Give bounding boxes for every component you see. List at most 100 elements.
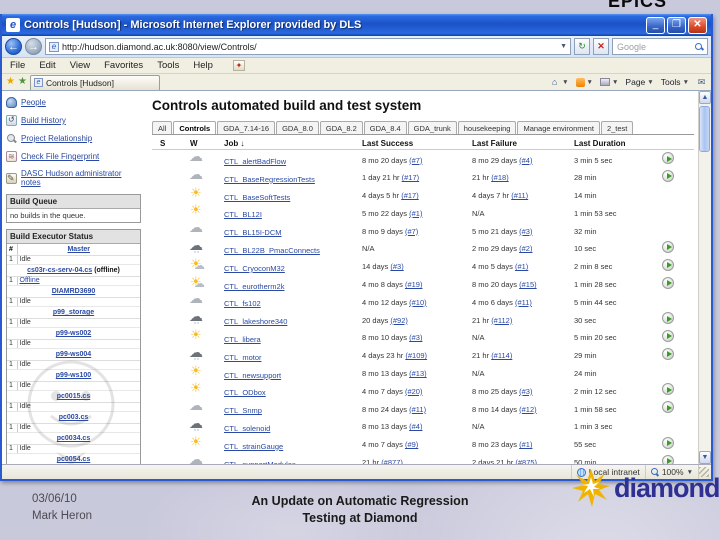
build-number-link[interactable]: (#19) <box>405 280 423 289</box>
forward-button[interactable]: → <box>25 38 42 55</box>
view-tab-gda-8-2[interactable]: GDA_8.2 <box>319 121 363 134</box>
build-number-link[interactable]: (#1) <box>515 262 528 271</box>
job-link[interactable]: CTL_BaseSoftTests <box>224 193 290 202</box>
address-dropdown-icon[interactable]: ▼ <box>560 43 567 50</box>
sidebar-link-label[interactable]: Check File Fingerprint <box>21 152 99 161</box>
executor-node-link[interactable]: cs03r-cs-serv-04.cs <box>27 267 92 274</box>
build-number-link[interactable]: (#7) <box>405 227 418 236</box>
schedule-build-icon[interactable] <box>662 312 674 325</box>
executor-node-link[interactable]: DIAMRD3690 <box>52 288 96 295</box>
build-number-link[interactable]: (#114) <box>491 351 512 360</box>
job-link[interactable]: CTL_newsupport <box>224 371 281 380</box>
col-last-success[interactable]: Last Success <box>362 139 472 148</box>
sidebar-item-check-fingerprint[interactable]: Check File Fingerprint <box>6 151 143 162</box>
job-link[interactable]: CTL_BL15I-DCM <box>224 228 282 237</box>
view-tab-controls[interactable]: Controls <box>173 121 217 134</box>
schedule-build-icon[interactable] <box>662 276 674 289</box>
address-url[interactable]: http://hudson.diamond.ac.uk:8080/view/Co… <box>62 42 257 52</box>
build-number-link[interactable]: (#112) <box>491 316 512 325</box>
sidebar-link-label[interactable]: People <box>21 98 46 107</box>
close-button[interactable]: ✕ <box>688 16 707 34</box>
build-number-link[interactable]: (#15) <box>519 280 537 289</box>
browser-tab[interactable]: e Controls [Hudson] <box>29 74 160 90</box>
menu-file[interactable]: File <box>8 60 27 71</box>
build-number-link[interactable]: (#12) <box>519 405 537 414</box>
build-number-link[interactable]: (#9) <box>405 440 418 449</box>
menu-edit[interactable]: Edit <box>37 60 57 71</box>
view-tab-gda-8-0[interactable]: GDA_8.0 <box>276 121 319 134</box>
sidebar-item-build-history[interactable]: Build History <box>6 115 143 126</box>
build-number-link[interactable]: (#11) <box>409 405 426 414</box>
job-link[interactable]: CTL_CryoconM32 <box>224 264 285 273</box>
job-link[interactable]: CTL_solenoid <box>224 424 270 433</box>
sidebar-item-admin-notes[interactable]: DASC Hudson administrator notes <box>6 169 143 187</box>
schedule-build-icon[interactable] <box>662 454 674 464</box>
job-link[interactable]: CTL_ODbox <box>224 388 266 397</box>
scroll-up-arrow[interactable]: ▲ <box>699 91 711 104</box>
view-tab-gda-7-14-16[interactable]: GDA_7.14-16 <box>217 121 276 134</box>
sidebar-item-project-relationship[interactable]: Project Relationship <box>6 133 143 144</box>
view-tab-housekeeping[interactable]: housekeeping <box>457 121 517 134</box>
stop-button[interactable]: ✕ <box>593 38 609 55</box>
build-number-link[interactable]: (#3) <box>409 333 422 342</box>
job-link[interactable]: CTL_eurotherm2k <box>224 282 284 291</box>
favorites-star-icon[interactable]: ★ <box>6 77 15 87</box>
job-link[interactable]: CTL_supportModules <box>224 460 296 464</box>
sidebar-item-people[interactable]: People <box>6 97 143 108</box>
col-last-failure[interactable]: Last Failure <box>472 139 574 148</box>
tools-menu-button[interactable]: Tools ▼ <box>661 77 689 87</box>
build-number-link[interactable]: (#11) <box>511 191 528 200</box>
refresh-button[interactable]: ↻ <box>574 38 590 55</box>
build-number-link[interactable]: (#1) <box>409 209 422 218</box>
view-tab-gda-trunk[interactable]: GDA_trunk <box>407 121 457 134</box>
build-number-link[interactable]: (#2) <box>519 244 532 253</box>
job-link[interactable]: CTL_alertBadFlow <box>224 157 286 166</box>
add-favorite-icon[interactable]: ★ <box>18 77 27 87</box>
build-number-link[interactable]: (#3) <box>390 262 403 271</box>
scrollbar-thumb[interactable] <box>699 106 710 152</box>
feeds-button[interactable]: ▼ <box>575 77 593 87</box>
view-tab-manage-environment[interactable]: Manage environment <box>517 121 600 134</box>
job-link[interactable]: CTL_BaseRegressionTests <box>224 175 315 184</box>
offline-status-link[interactable]: Offline <box>20 277 40 284</box>
page-menu-button[interactable]: Page ▼ <box>625 77 653 87</box>
schedule-build-icon[interactable] <box>662 401 674 414</box>
build-number-link[interactable]: (#7) <box>409 156 422 165</box>
executor-node-link[interactable]: p99-ws002 <box>56 330 91 337</box>
build-number-link[interactable]: (#92) <box>390 316 408 325</box>
schedule-build-icon[interactable] <box>662 329 674 342</box>
back-button[interactable]: ← <box>5 38 22 55</box>
build-number-link[interactable]: (#4) <box>409 422 422 431</box>
menu-tools[interactable]: Tools <box>155 60 181 71</box>
job-link[interactable]: CTL_BL22B_PmacConnects <box>224 246 320 255</box>
schedule-build-icon[interactable] <box>662 152 674 164</box>
sidebar-link-label[interactable]: Project Relationship <box>21 134 92 143</box>
vertical-scrollbar[interactable]: ▲ ▼ <box>698 91 711 464</box>
build-number-link[interactable]: (#11) <box>515 298 532 307</box>
menu-help[interactable]: Help <box>191 60 215 71</box>
help-icon[interactable]: ✉ <box>696 77 707 87</box>
menu-view[interactable]: View <box>68 60 92 71</box>
schedule-build-icon[interactable] <box>662 169 674 182</box>
job-link[interactable]: CTL_libera <box>224 335 261 344</box>
address-field[interactable]: e http://hudson.diamond.ac.uk:8080/view/… <box>45 38 571 55</box>
job-link[interactable]: CTL_BL12I <box>224 210 262 219</box>
col-weather[interactable]: W <box>184 139 224 148</box>
build-number-link[interactable]: (#4) <box>519 156 532 165</box>
sidebar-link-label[interactable]: Build History <box>21 116 66 125</box>
menu-favorites[interactable]: Favorites <box>102 60 145 71</box>
executor-node-link[interactable]: Master <box>67 246 90 253</box>
build-number-link[interactable]: (#3) <box>519 387 532 396</box>
schedule-build-icon[interactable] <box>662 347 674 360</box>
executor-node-link[interactable]: p99_storage <box>53 309 94 316</box>
col-job[interactable]: Job ↓ <box>224 139 362 148</box>
build-number-link[interactable]: (#1) <box>519 440 532 449</box>
build-number-link[interactable]: (#10) <box>409 298 427 307</box>
view-tab-gda-8-4[interactable]: GDA_8.4 <box>363 121 407 134</box>
schedule-build-icon[interactable] <box>662 258 674 271</box>
build-number-link[interactable]: (#875) <box>515 458 537 464</box>
build-number-link[interactable]: (#109) <box>405 351 427 360</box>
job-link[interactable]: CTL_Snmp <box>224 406 262 415</box>
view-tab-all[interactable]: All <box>152 121 173 134</box>
job-link[interactable]: CTL_motor <box>224 353 262 362</box>
